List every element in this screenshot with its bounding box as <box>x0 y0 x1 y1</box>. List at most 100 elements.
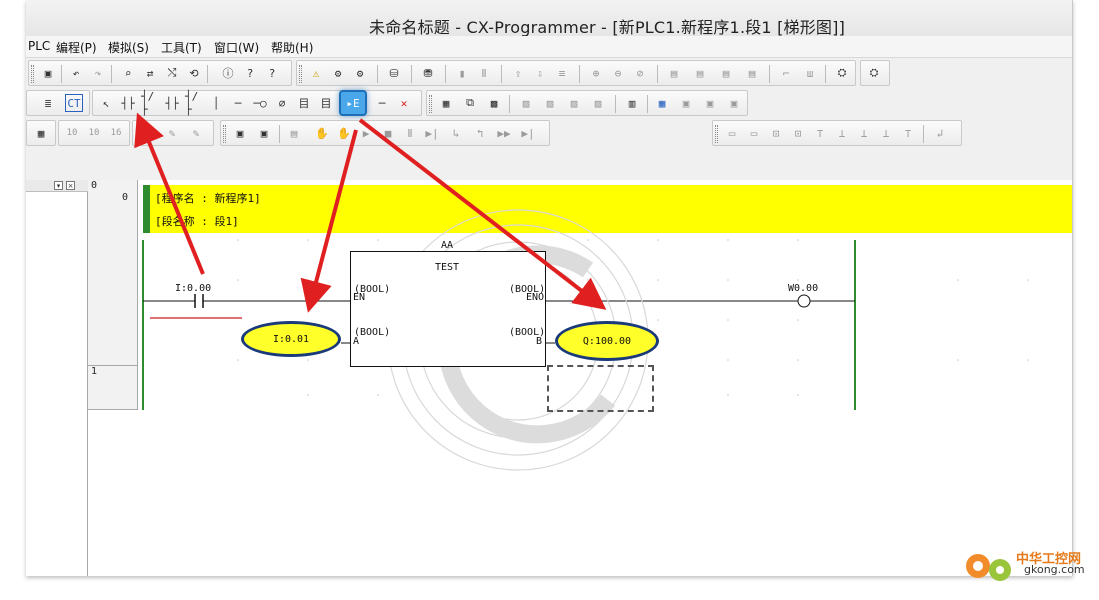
redo-icon[interactable]: ↷ <box>89 64 107 82</box>
menu-window[interactable]: 窗口(W) <box>214 39 259 56</box>
menu-plc[interactable]: PLC <box>28 39 50 53</box>
fb-parameter-icon[interactable]: ─ <box>373 94 391 112</box>
io-table-icon[interactable]: ▦ <box>32 124 50 142</box>
toolbar-grip[interactable] <box>223 125 226 143</box>
hex-icon[interactable]: 16 <box>107 124 125 142</box>
toolbar-grip[interactable] <box>299 65 302 83</box>
compare-icon[interactable]: ≡ <box>553 64 571 82</box>
st-element-9-icon[interactable]: ⊤ <box>899 124 917 142</box>
data-trace-icon[interactable]: ш <box>801 64 819 82</box>
move-rung-icon[interactable]: ▨ <box>589 94 607 112</box>
memory-icon[interactable]: ▩ <box>485 94 503 112</box>
sim-step-out-icon[interactable]: ↰ <box>471 124 489 142</box>
nc-contact-icon[interactable]: ┤/├ <box>141 90 159 116</box>
force-on-icon[interactable]: ⊕ <box>587 64 605 82</box>
st-element-8-icon[interactable]: ⊥ <box>877 124 895 142</box>
menu-simulation[interactable]: 模拟(S) <box>108 39 149 56</box>
sim-step-run-icon[interactable]: ✋ <box>335 124 353 142</box>
compile-all-icon[interactable]: ⚙ <box>351 64 369 82</box>
online-edit-end-icon[interactable]: ▤ <box>743 64 761 82</box>
symbol-comment-icon[interactable]: ≣ <box>39 94 57 112</box>
function-block-call-icon[interactable]: ▸E <box>339 90 367 116</box>
replace-icon[interactable]: ⇄ <box>141 64 159 82</box>
insert-rung-icon[interactable]: ▨ <box>565 94 583 112</box>
menu-programming[interactable]: 编程(P) <box>56 39 97 56</box>
vertical-line-icon[interactable]: │ <box>207 94 225 112</box>
context-help-icon[interactable]: ? <box>263 64 281 82</box>
ladder-diagram[interactable]: 0 0 1 [程序名 : 新程序1] [段名称 : 段1] I:0.00 W0.… <box>88 180 1072 576</box>
or-no-contact-icon[interactable]: ┤├ <box>163 94 181 112</box>
view-option-2-icon[interactable]: ▣ <box>701 94 719 112</box>
window-layout-icon[interactable]: ▦ <box>653 94 671 112</box>
toolbar-grip[interactable] <box>31 65 34 83</box>
sim-step-into-icon[interactable]: ▶| <box>423 124 441 142</box>
st-element-10-icon[interactable]: ↲ <box>931 124 949 142</box>
simulator-icon[interactable]: ⛭ <box>833 64 851 82</box>
stack-icon[interactable]: ⧉ <box>461 94 479 112</box>
sim-continuous-icon[interactable]: ▶▶ <box>495 124 513 142</box>
instruction-list-icon[interactable]: 目 <box>317 94 335 112</box>
differential-monitor-icon[interactable]: ⌐ <box>777 64 795 82</box>
menu-tools[interactable]: 工具(T) <box>161 39 202 56</box>
toolbar-grip[interactable] <box>715 125 718 143</box>
nc-coil-icon[interactable]: ⌀ <box>273 94 291 112</box>
sim-stop-icon[interactable]: ■ <box>379 124 397 142</box>
contact-address[interactable]: I:0.00 <box>175 283 211 294</box>
pane-dropdown-icon[interactable]: ▾ <box>54 181 63 190</box>
st-element-2-icon[interactable]: ▭ <box>745 124 763 142</box>
input-parameter-oval[interactable]: I:0.01 <box>241 321 341 357</box>
st-element-1-icon[interactable]: ▭ <box>723 124 741 142</box>
sim-debug-icon[interactable]: ▣ <box>255 124 273 142</box>
output-parameter-oval[interactable]: Q:100.00 <box>555 321 659 361</box>
instruction-icon[interactable]: 目 <box>295 94 313 112</box>
address-reference-icon[interactable]: ⟲ <box>185 64 203 82</box>
online-icon[interactable]: ⛁ <box>385 64 403 82</box>
delete-rung-icon[interactable]: ▨ <box>541 94 559 112</box>
change-value-icon[interactable]: ✎ <box>163 124 181 142</box>
horizontal-line-icon[interactable]: ─ <box>229 94 247 112</box>
decimal-icon[interactable]: 10 <box>63 124 81 142</box>
monitor-icon[interactable]: ⛃ <box>419 64 437 82</box>
transfer-to-plc-icon[interactable]: ⇪ <box>509 64 527 82</box>
function-block-test[interactable]: TEST (BOOL) EN (BOOL) ENO (BOOL) A (BOOL… <box>350 251 546 367</box>
pause-icon[interactable]: Ⅱ <box>475 64 493 82</box>
help-icon[interactable]: ? <box>241 64 259 82</box>
sim-break-icon[interactable]: ▤ <box>285 124 303 142</box>
transfer-from-plc-icon[interactable]: ⇩ <box>531 64 549 82</box>
delete-element-icon[interactable]: ✕ <box>395 94 413 112</box>
save-icon[interactable]: ▣ <box>39 64 57 82</box>
menu-help[interactable]: 帮助(H) <box>271 39 313 56</box>
info-icon[interactable]: ⓘ <box>219 64 237 82</box>
sim-window-icon[interactable]: ▣ <box>231 124 249 142</box>
st-element-6-icon[interactable]: ⊥ <box>833 124 851 142</box>
sim-scan-icon[interactable]: ▶| <box>519 124 537 142</box>
toolbar-grip[interactable] <box>429 95 432 113</box>
or-nc-contact-icon[interactable]: ┤/├ <box>185 90 203 116</box>
undo-icon[interactable]: ↶ <box>67 64 85 82</box>
edit-rung-icon[interactable]: ▨ <box>517 94 535 112</box>
st-element-5-icon[interactable]: ⊤ <box>811 124 829 142</box>
select-pointer-icon[interactable]: ↖ <box>97 94 115 112</box>
compile-icon[interactable]: ⚙ <box>329 64 347 82</box>
st-element-3-icon[interactable]: ⊡ <box>767 124 785 142</box>
signed-decimal-icon[interactable]: 10 <box>85 124 103 142</box>
coil-address[interactable]: W0.00 <box>788 283 818 294</box>
cross-reference-icon[interactable]: ⤭ <box>163 64 181 82</box>
warning-icon[interactable]: ⚠ <box>307 64 325 82</box>
sim-start-icon[interactable]: ▶ <box>357 124 375 142</box>
sim-step-icon[interactable]: ✋ <box>313 124 331 142</box>
set-value-icon[interactable]: ✎ <box>139 124 157 142</box>
coil-icon[interactable]: ─○ <box>251 94 269 112</box>
program-check-icon[interactable]: ▦ <box>437 94 455 112</box>
column-icon[interactable]: ▥ <box>623 94 641 112</box>
force-off-icon[interactable]: ⊖ <box>609 64 627 82</box>
st-element-4-icon[interactable]: ⊡ <box>789 124 807 142</box>
online-edit-transfer-icon[interactable]: ▤ <box>717 64 735 82</box>
simulator-settings-icon[interactable]: ⛭ <box>865 64 883 82</box>
fb-instance-name[interactable]: AA <box>441 240 453 251</box>
st-element-7-icon[interactable]: ⊥ <box>855 124 873 142</box>
online-edit-icon[interactable]: ▤ <box>665 64 683 82</box>
sim-pause-icon[interactable]: Ⅱ <box>401 124 419 142</box>
no-contact-icon[interactable]: ┤├ <box>119 94 137 112</box>
online-edit-cancel-icon[interactable]: ▤ <box>691 64 709 82</box>
